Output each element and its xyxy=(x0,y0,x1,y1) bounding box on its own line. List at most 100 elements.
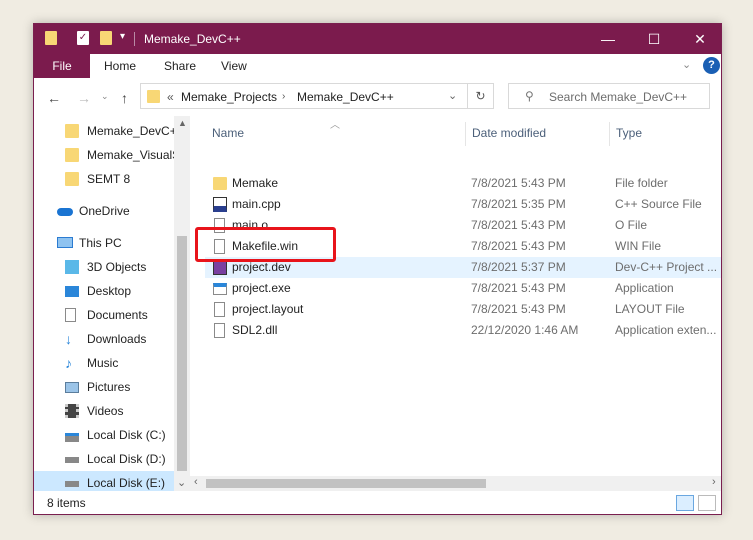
nav-label: Music xyxy=(87,356,119,370)
nav-label: Local Disk (E:) xyxy=(87,476,166,490)
address-bar[interactable]: « Memake_Projects › Memake_DevC++ ⌄ xyxy=(140,83,468,109)
help-icon[interactable]: ? xyxy=(703,57,720,74)
tab-home[interactable]: Home xyxy=(104,54,136,78)
cloud-icon xyxy=(57,208,73,216)
file-date: 7/8/2021 5:43 PM xyxy=(471,302,566,316)
file-row-sdl2-dll[interactable]: SDL2.dll 22/12/2020 1:46 AM Application … xyxy=(205,320,721,341)
recent-locations-icon[interactable]: ⌄ xyxy=(101,91,109,102)
window-title: Memake_DevC++ xyxy=(144,32,241,46)
properties-icon[interactable]: ✓ xyxy=(77,31,89,45)
back-button[interactable]: ← xyxy=(47,90,61,106)
tab-file[interactable]: File xyxy=(34,54,90,78)
refresh-button[interactable]: ↻ xyxy=(468,83,494,109)
folder-icon xyxy=(45,31,57,45)
film-icon xyxy=(65,404,79,418)
file-row-project-layout[interactable]: project.layout 7/8/2021 5:43 PM LAYOUT F… xyxy=(205,299,721,320)
horizontal-scrollbar[interactable]: ‹ › xyxy=(190,476,721,491)
new-folder-icon[interactable] xyxy=(100,31,112,45)
nav-label: This PC xyxy=(79,236,122,250)
column-divider[interactable] xyxy=(609,122,610,146)
breadcrumb-memake-devcpp[interactable]: Memake_DevC++ xyxy=(297,90,394,104)
file-row-memake[interactable]: Memake 7/8/2021 5:43 PM File folder xyxy=(205,173,721,194)
forward-button[interactable]: → xyxy=(77,90,91,106)
nav-desktop[interactable]: Desktop xyxy=(34,279,174,303)
file-icon xyxy=(214,302,225,317)
expand-ribbon-icon[interactable]: ⌄ xyxy=(682,58,691,71)
nav-label: Memake_VisualS xyxy=(87,148,174,162)
column-type[interactable]: Type xyxy=(616,126,642,140)
desktop-icon xyxy=(65,286,79,297)
chevron-right-icon[interactable]: › xyxy=(282,91,285,102)
file-date: 7/8/2021 5:43 PM xyxy=(471,281,566,295)
file-row-main-cpp[interactable]: main.cpp 7/8/2021 5:35 PM C++ Source Fil… xyxy=(205,194,721,215)
nav-music[interactable]: ♪ Music xyxy=(34,351,174,375)
nav-label: Memake_DevC++ xyxy=(87,124,174,138)
nav-documents[interactable]: Documents xyxy=(34,303,174,327)
customize-toolbar-icon[interactable]: ▾ xyxy=(120,31,125,42)
search-placeholder: Search Memake_DevC++ xyxy=(549,90,688,104)
nav-quick-memake-devcpp[interactable]: Memake_DevC++ xyxy=(34,119,174,143)
details-view-icon[interactable] xyxy=(676,495,694,511)
file-type: LAYOUT File xyxy=(615,302,685,316)
document-icon xyxy=(65,308,76,322)
file-type: C++ Source File xyxy=(615,197,702,211)
file-type: O File xyxy=(615,218,648,232)
title-bar: ✓ ▾ Memake_DevC++ — ☐ ✕ xyxy=(34,24,721,54)
scroll-right-icon[interactable]: › xyxy=(712,476,716,488)
nav-local-disk-d[interactable]: Local Disk (D:) xyxy=(34,447,174,471)
explorer-window: ✓ ▾ Memake_DevC++ — ☐ ✕ File Home Share … xyxy=(33,23,722,515)
nav-3d-objects[interactable]: 3D Objects xyxy=(34,255,174,279)
file-date: 7/8/2021 5:43 PM xyxy=(471,176,566,190)
column-divider[interactable] xyxy=(465,122,466,146)
nav-quick-memake-visualstudio[interactable]: Memake_VisualS xyxy=(34,143,174,167)
address-row: ← → ⌄ ↑ « Memake_Projects › Memake_DevC+… xyxy=(34,78,721,116)
nav-videos[interactable]: Videos xyxy=(34,399,174,423)
folder-icon xyxy=(65,172,79,186)
address-dropdown-icon[interactable]: ⌄ xyxy=(448,89,457,102)
nav-pictures[interactable]: Pictures xyxy=(34,375,174,399)
cube-icon xyxy=(65,260,79,274)
tab-share[interactable]: Share xyxy=(164,54,196,78)
scroll-up-icon[interactable]: ▲ xyxy=(178,118,187,128)
nav-onedrive[interactable]: OneDrive xyxy=(34,199,174,223)
overflow-chevron[interactable]: « xyxy=(167,90,174,104)
close-button[interactable]: ✕ xyxy=(677,24,721,54)
scroll-down-icon[interactable]: ⌄ xyxy=(177,476,186,489)
item-count: 8 items xyxy=(47,496,86,510)
nav-local-disk-c[interactable]: Local Disk (C:) xyxy=(34,423,174,447)
maximize-button[interactable]: ☐ xyxy=(631,24,677,54)
nav-label: Videos xyxy=(87,404,124,418)
tab-view[interactable]: View xyxy=(221,54,247,78)
nav-scrollbar[interactable]: ▲ ⌄ xyxy=(174,116,190,491)
drive-icon xyxy=(65,457,79,463)
nav-label: Pictures xyxy=(87,380,131,394)
scrollbar-thumb[interactable] xyxy=(177,236,187,471)
file-row-project-exe[interactable]: project.exe 7/8/2021 5:43 PM Application xyxy=(205,278,721,299)
nav-this-pc[interactable]: This PC xyxy=(34,231,174,255)
highlight-box xyxy=(195,227,336,262)
nav-label: Downloads xyxy=(87,332,147,346)
large-icons-view-icon[interactable] xyxy=(698,495,716,511)
search-box[interactable]: ⚲ Search Memake_DevC++ xyxy=(508,83,710,109)
scrollbar-thumb[interactable] xyxy=(206,479,486,488)
computer-icon xyxy=(57,237,73,248)
nav-local-disk-e[interactable]: Local Disk (E:) xyxy=(34,471,174,491)
folder-icon xyxy=(213,177,227,190)
file-date: 22/12/2020 1:46 AM xyxy=(471,323,579,337)
music-note-icon: ♪ xyxy=(65,355,72,371)
breadcrumb-memake-projects[interactable]: Memake_Projects xyxy=(181,90,277,104)
file-name: SDL2.dll xyxy=(232,323,278,337)
nav-label: Local Disk (C:) xyxy=(87,428,166,442)
picture-icon xyxy=(65,382,79,393)
file-type: File folder xyxy=(615,176,668,190)
download-arrow-icon: ↓ xyxy=(65,331,72,347)
up-button[interactable]: ↑ xyxy=(121,90,128,106)
nav-quick-semt8[interactable]: SEMT 8 xyxy=(34,167,174,191)
column-date-modified[interactable]: Date modified xyxy=(472,126,546,140)
file-name: project.exe xyxy=(232,281,291,295)
column-name[interactable]: Name xyxy=(212,126,244,140)
file-name: main.cpp xyxy=(232,197,281,211)
nav-downloads[interactable]: ↓ Downloads xyxy=(34,327,174,351)
minimize-button[interactable]: — xyxy=(585,24,631,54)
scroll-left-icon[interactable]: ‹ xyxy=(194,476,198,488)
